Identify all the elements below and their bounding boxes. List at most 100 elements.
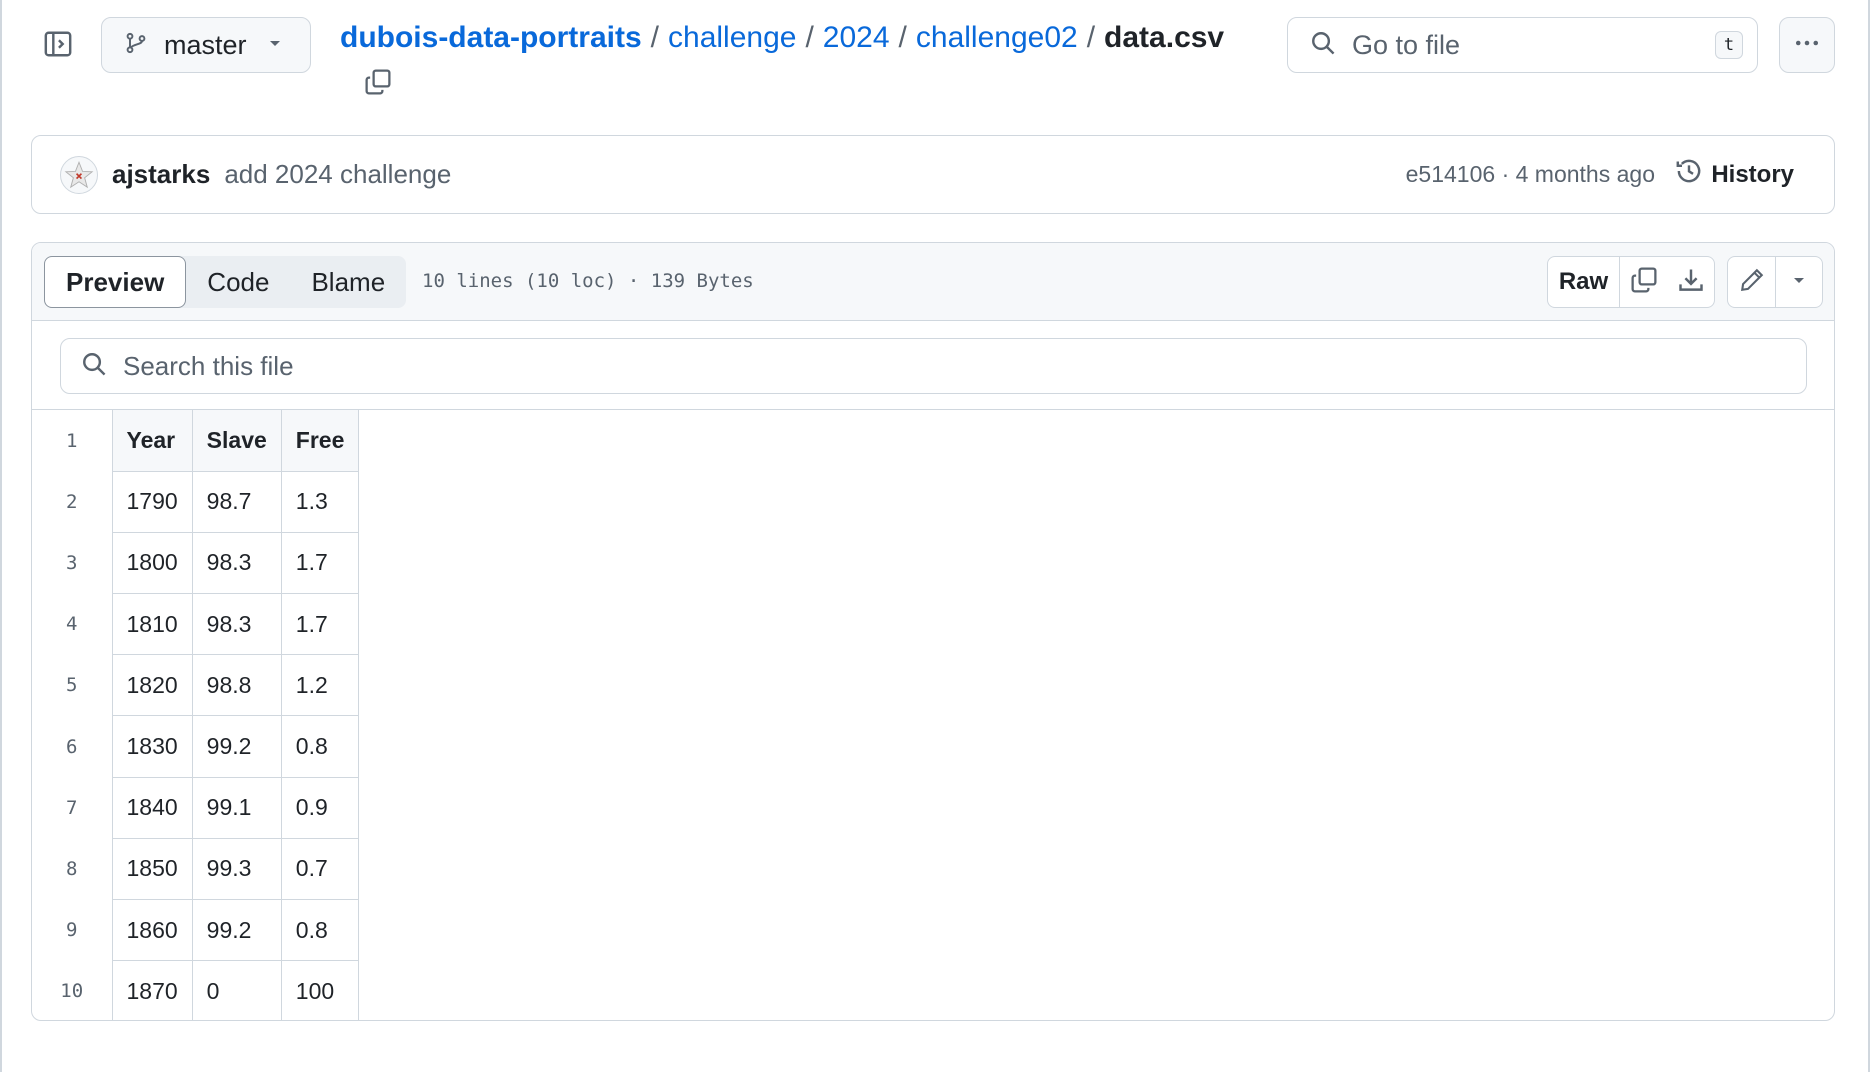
edit-actions-group (1727, 256, 1823, 308)
breadcrumb-current-file: data.csv (1104, 21, 1225, 54)
table-cell: 99.3 (191, 838, 282, 901)
download-icon (1677, 266, 1705, 299)
breadcrumb-link-challenge[interactable]: challenge (668, 21, 796, 54)
table-cell: 100 (280, 960, 360, 1020)
left-edge-rule (0, 0, 2, 1072)
breadcrumb-link-2024[interactable]: 2024 (823, 21, 890, 54)
column-header: Free (280, 410, 360, 472)
copy-icon (1630, 266, 1658, 299)
kebab-horizontal-icon (1793, 29, 1821, 62)
line-number[interactable]: 4 (32, 594, 112, 655)
edit-file-button[interactable] (1728, 257, 1776, 307)
search-this-file-placeholder: Search this file (123, 350, 294, 381)
tab-preview[interactable]: Preview (44, 256, 187, 308)
file-stats: 10 lines (10 loc) · 139 Bytes (422, 270, 754, 292)
latest-commit-bar: ajstarks add 2024 challenge e514106 · 4 … (31, 135, 1835, 214)
avatar[interactable] (60, 155, 98, 194)
column-header: Slave (191, 410, 282, 472)
breadcrumb-repo-link[interactable]: dubois-data-portraits (340, 21, 642, 54)
caret-down-icon (267, 35, 283, 56)
line-number[interactable]: 7 (32, 777, 112, 838)
table-cell: 1790 (111, 471, 193, 533)
caret-down-icon (1791, 272, 1807, 293)
table-row: 8 1850 99.3 0.7 (32, 838, 360, 901)
table-row: 6 1830 99.2 0.8 (32, 715, 360, 778)
table-cell: 1870 (111, 960, 193, 1020)
column-header: Year (111, 410, 193, 472)
commit-hash-and-time[interactable]: e514106 · 4 months ago (1406, 161, 1655, 188)
search-icon (81, 351, 107, 382)
line-number[interactable]: 2 (32, 471, 112, 532)
file-actions-group: Raw (1547, 256, 1715, 308)
copy-path-button[interactable] (362, 68, 394, 100)
raw-button[interactable]: Raw (1548, 257, 1620, 307)
table-cell: 98.3 (191, 593, 282, 656)
view-mode-segmented-control: Preview Code Blame (44, 256, 407, 308)
table-row: 7 1840 99.1 0.9 (32, 777, 360, 839)
go-to-file-placeholder: Go to file (1352, 29, 1461, 60)
history-button[interactable]: History (1675, 157, 1794, 192)
table-cell: 98.7 (191, 471, 282, 533)
copy-icon (364, 68, 392, 101)
table-cell: 98.3 (191, 532, 282, 595)
history-icon (1675, 157, 1703, 192)
breadcrumb-link-challenge02[interactable]: challenge02 (916, 21, 1078, 54)
breadcrumb-separator: / (1086, 21, 1096, 54)
line-number[interactable]: 5 (32, 655, 112, 716)
commit-author[interactable]: ajstarks (112, 159, 210, 190)
go-to-file-input[interactable]: Go to file t (1287, 17, 1758, 73)
search-this-file-input[interactable]: Search this file (60, 338, 1807, 394)
branch-select-button[interactable]: master (101, 17, 311, 73)
edit-options-dropdown[interactable] (1776, 257, 1822, 307)
table-cell: 98.8 (191, 654, 282, 717)
line-number[interactable]: 9 (32, 900, 112, 961)
table-cell: 99.2 (191, 899, 282, 962)
line-number[interactable]: 10 (32, 961, 112, 1020)
file-header: Preview Code Blame 10 lines (10 loc) · 1… (32, 243, 1834, 321)
table-cell: 1850 (111, 838, 193, 901)
pencil-icon (1739, 267, 1765, 298)
table-cell: 1840 (111, 777, 193, 839)
table-cell: 99.1 (191, 777, 282, 839)
table-row: 5 1820 98.8 1.2 (32, 654, 360, 717)
breadcrumb-separator: / (650, 21, 660, 54)
table-cell: 0.8 (280, 715, 360, 778)
line-number[interactable]: 6 (32, 716, 112, 777)
table-cell: 99.2 (191, 715, 282, 778)
git-branch-icon (124, 31, 148, 60)
branch-name: master (164, 29, 247, 60)
table-cell: 0.7 (280, 838, 360, 901)
table-cell: 1.3 (280, 471, 360, 533)
table-cell: 1.7 (280, 593, 360, 656)
breadcrumb-separator: / (805, 21, 814, 54)
table-header-row: 1 Year Slave Free (32, 410, 360, 472)
search-icon (1310, 30, 1336, 61)
table-row: 10 1870 0 100 (32, 960, 360, 1020)
tab-code[interactable]: Code (186, 256, 290, 308)
line-number[interactable]: 8 (32, 838, 112, 899)
line-number[interactable]: 1 (32, 410, 112, 471)
history-label: History (1711, 160, 1794, 188)
download-raw-button[interactable] (1667, 257, 1714, 307)
tab-blame[interactable]: Blame (290, 256, 406, 308)
table-cell: 1.7 (280, 532, 360, 595)
table-row: 3 1800 98.3 1.7 (32, 532, 360, 595)
breadcrumb-separator: / (898, 21, 907, 54)
keyboard-shortcut-badge: t (1715, 31, 1743, 59)
table-cell: 1.2 (280, 654, 360, 717)
table-cell: 1860 (111, 899, 193, 962)
table-row: 4 1810 98.3 1.7 (32, 593, 360, 656)
sidebar-expand-icon (43, 29, 73, 64)
table-cell: 0.8 (280, 899, 360, 962)
copy-raw-button[interactable] (1620, 257, 1667, 307)
csv-table: 1 Year Slave Free 2 1790 98.7 1.3 3 1800… (32, 410, 360, 1020)
commit-message[interactable]: add 2024 challenge (224, 159, 451, 190)
table-cell: 1810 (111, 593, 193, 656)
table-cell: 1830 (111, 715, 193, 778)
more-options-button[interactable] (1779, 17, 1835, 73)
breadcrumb: dubois-data-portraits / challenge/2024/cha… (340, 18, 1224, 58)
line-number[interactable]: 3 (32, 532, 112, 593)
table-cell: 1820 (111, 654, 193, 717)
file-viewer: Preview Code Blame 10 lines (10 loc) · 1… (31, 242, 1835, 1021)
sidebar-toggle-button[interactable] (38, 26, 78, 66)
